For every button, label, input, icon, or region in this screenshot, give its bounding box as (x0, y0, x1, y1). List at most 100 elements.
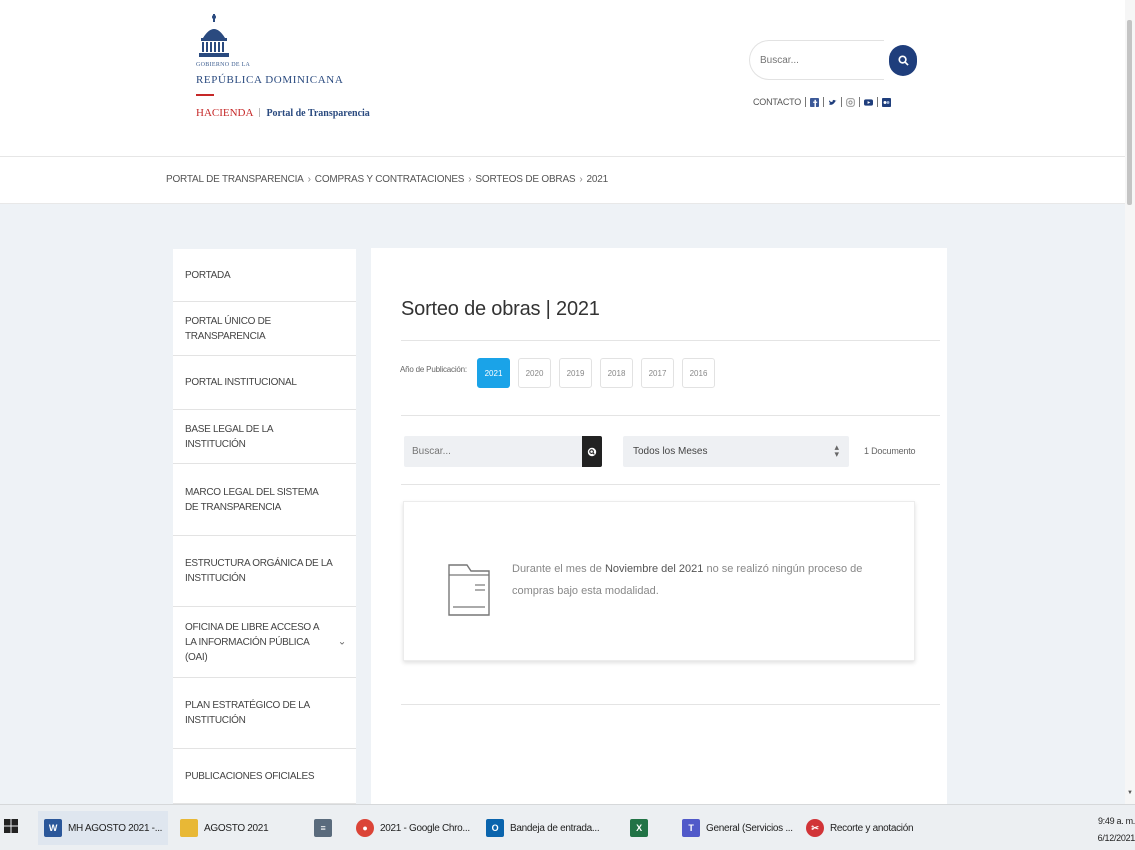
sidebar-item-portal-unico[interactable]: PORTAL ÚNICO DE TRANSPARENCIA (173, 302, 356, 356)
breadcrumb-item-current: 2021 (586, 174, 609, 185)
year-button-2021[interactable]: 2021 (477, 358, 510, 388)
header-search-box (749, 40, 884, 80)
search-icon (897, 55, 909, 66)
month-select-value: Todos los Meses (633, 446, 708, 457)
windows-start-icon[interactable] (4, 819, 18, 833)
scroll-down-arrow-icon[interactable]: ▼ (1127, 790, 1133, 796)
sidebar-item-label: BASE LEGAL DE LA INSTITUCIÓN (185, 423, 273, 450)
divider (401, 704, 940, 705)
main-content: Sorteo de obras | 2021 Año de Publicació… (371, 248, 947, 804)
year-button-2019[interactable]: 2019 (559, 358, 592, 388)
taskbar-item-document[interactable]: ≡ (314, 811, 340, 845)
divider (401, 415, 940, 416)
facebook-icon[interactable] (810, 97, 820, 107)
taskbar-item-label: AGOSTO 2021 (204, 822, 269, 834)
taskbar-item-chrome[interactable]: ● 2021 - Google Chro... (356, 811, 476, 845)
year-filter: 2021 2020 2019 2018 2017 2016 (477, 358, 715, 388)
divider (401, 340, 940, 341)
header-search-input[interactable] (760, 41, 870, 79)
year-button-2016[interactable]: 2016 (682, 358, 715, 388)
breadcrumb-separator: › (307, 174, 311, 185)
sidebar-item-plan-estrategico[interactable]: PLAN ESTRATÉGICO DE LA INSTITUCIÓN (173, 678, 356, 749)
taskbar-item-outlook[interactable]: O Bandeja de entrada... (486, 811, 611, 845)
breadcrumb-item-compras[interactable]: COMPRAS Y CONTRATACIONES (315, 174, 465, 185)
breadcrumb-separator: › (579, 174, 583, 185)
link-divider (805, 97, 807, 107)
system-clock[interactable]: 9:49 a. m. 6/12/2021 (1089, 813, 1135, 847)
folder-icon (180, 819, 198, 837)
logo-portal-text: Portal de Transparencia (266, 108, 370, 119)
sidebar-item-label: PORTADA (185, 269, 231, 281)
logo-country-name: REPÚBLICA DOMINICANA (196, 74, 344, 86)
logo-ministry: HACIENDA Portal de Transparencia (196, 107, 370, 119)
sidebar-item-label: PORTAL ÚNICO DE TRANSPARENCIA (185, 315, 271, 342)
flickr-icon[interactable] (882, 97, 892, 107)
document-search-button[interactable] (582, 436, 602, 467)
breadcrumb-item-sorteos[interactable]: SORTEOS DE OBRAS (475, 174, 575, 185)
notice-text-start: Durante el mes de (512, 563, 605, 575)
divider (401, 484, 940, 485)
breadcrumb: PORTAL DE TRANSPARENCIA › COMPRAS Y CONTRA… (0, 157, 1125, 204)
link-divider (877, 97, 879, 107)
document-search-box (404, 436, 584, 467)
taskbar-item-label: Recorte y anotación (830, 822, 914, 834)
breadcrumb-separator: › (468, 174, 472, 185)
year-button-2020[interactable]: 2020 (518, 358, 551, 388)
page-scrollbar[interactable]: ▼ (1125, 0, 1135, 804)
document-icon: ≡ (314, 819, 332, 837)
logo-hacienda-text: HACIENDA (196, 107, 254, 119)
excel-icon: X (630, 819, 648, 837)
page-title: Sorteo de obras | 2021 (401, 298, 600, 320)
link-divider (823, 97, 825, 107)
snip-icon: ✂ (806, 819, 824, 837)
sidebar-item-estructura-organica[interactable]: ESTRUCTURA ORGÁNICA DE LA INSTITUCIÓN (173, 536, 356, 607)
site-logo[interactable]: GOBIERNO DE LA REPÚBLICA DOMINICANA HACI… (196, 14, 396, 134)
windows-taskbar: W MH AGOSTO 2021 -... AGOSTO 2021 ≡ ● 20… (0, 804, 1135, 850)
year-button-2018[interactable]: 2018 (600, 358, 633, 388)
contact-link[interactable]: CONTACTO (753, 97, 801, 107)
taskbar-item-folder[interactable]: AGOSTO 2021 (180, 811, 290, 845)
breadcrumb-item-portal[interactable]: PORTAL DE TRANSPARENCIA (166, 174, 304, 185)
taskbar-item-teams[interactable]: T General (Servicios ... (682, 811, 802, 845)
header-search-button[interactable] (889, 45, 917, 76)
chevron-down-icon[interactable]: ⌄ (338, 635, 346, 650)
sidebar-item-label: OFICINA DE LIBRE ACCESO A LA INFORMACIÓN… (185, 621, 319, 663)
instagram-icon[interactable] (846, 97, 855, 107)
sidebar-item-publicaciones[interactable]: PUBLICACIONES OFICIALES (173, 749, 356, 804)
document-search-input[interactable] (404, 436, 574, 467)
taskbar-item-label: Bandeja de entrada... (510, 822, 600, 834)
taskbar-item-word[interactable]: W MH AGOSTO 2021 -... (38, 811, 168, 845)
logo-divider (196, 94, 214, 96)
link-divider (841, 97, 843, 107)
empty-notice-text: Durante el mes de Noviembre del 2021 no … (512, 558, 892, 602)
link-divider (859, 97, 861, 107)
year-filter-label: Año de Publicación: (400, 365, 467, 374)
month-select[interactable]: Todos los Meses ▴ ▾ (623, 436, 849, 467)
empty-notice-card: Durante el mes de Noviembre del 2021 no … (403, 501, 915, 661)
sidebar-item-portal-institucional[interactable]: PORTAL INSTITUCIONAL (173, 356, 356, 410)
chrome-icon: ● (356, 819, 374, 837)
outlook-icon: O (486, 819, 504, 837)
sidebar-item-portada[interactable]: PORTADA (173, 249, 356, 302)
youtube-icon[interactable] (864, 98, 874, 107)
breadcrumb-trail: PORTAL DE TRANSPARENCIA › COMPRAS Y CONTRA… (166, 174, 608, 185)
taskbar-item-snip[interactable]: ✂ Recorte y anotación (806, 811, 934, 845)
site-header: GOBIERNO DE LA REPÚBLICA DOMINICANA HACI… (0, 0, 1125, 157)
twitter-icon[interactable] (828, 98, 837, 107)
taskbar-item-label: General (Servicios ... (706, 822, 793, 834)
taskbar-item-excel[interactable]: X (630, 811, 656, 845)
sidebar-item-label: PLAN ESTRATÉGICO DE LA INSTITUCIÓN (185, 700, 310, 726)
sidebar-item-label: ESTRUCTURA ORGÁNICA DE LA INSTITUCIÓN (185, 558, 332, 584)
sidebar-item-base-legal[interactable]: BASE LEGAL DE LA INSTITUCIÓN (173, 410, 356, 464)
sidebar-item-label: MARCO LEGAL DEL SISTEMA DE TRANSPARENCIA (185, 486, 318, 513)
scrollbar-thumb[interactable] (1127, 20, 1132, 205)
header-links: CONTACTO (753, 95, 892, 109)
sidebar-item-label: PORTAL INSTITUCIONAL (185, 377, 297, 388)
clock-time: 9:49 a. m. (1097, 816, 1135, 826)
sidebar-item-marco-legal[interactable]: MARCO LEGAL DEL SISTEMA DE TRANSPARENCIA (173, 464, 356, 536)
year-button-2017[interactable]: 2017 (641, 358, 674, 388)
capitol-emblem-icon (199, 14, 229, 57)
sidebar-item-oai[interactable]: OFICINA DE LIBRE ACCESO A LA INFORMACIÓN… (173, 607, 356, 678)
logo-subtitle: GOBIERNO DE LA (196, 62, 251, 68)
search-icon (587, 447, 597, 456)
